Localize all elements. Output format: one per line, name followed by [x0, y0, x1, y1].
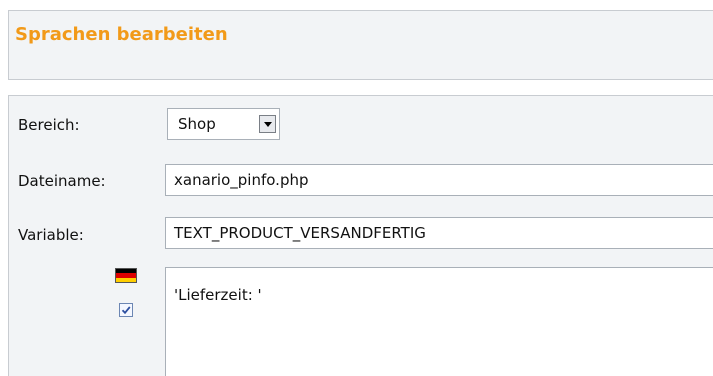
- german-flag-icon: [115, 268, 137, 283]
- bereich-select-value: Shop: [178, 115, 216, 133]
- variable-value: TEXT_PRODUCT_VERSANDFERTIG: [174, 224, 426, 242]
- checkmark-icon: [121, 306, 131, 315]
- dateiname-value: xanario_pinfo.php: [174, 171, 309, 189]
- dateiname-field[interactable]: xanario_pinfo.php: [165, 164, 713, 196]
- bereich-label: Bereich:: [18, 116, 80, 134]
- page-title: Sprachen bearbeiten: [15, 24, 228, 45]
- bereich-select[interactable]: Shop: [167, 108, 280, 140]
- variable-field[interactable]: TEXT_PRODUCT_VERSANDFERTIG: [165, 217, 713, 249]
- chevron-down-icon[interactable]: [259, 115, 276, 133]
- variable-label: Variable:: [18, 226, 84, 244]
- translation-value: 'Lieferzeit: ': [174, 286, 262, 304]
- language-enabled-checkbox[interactable]: [119, 303, 133, 317]
- dateiname-label: Dateiname:: [18, 172, 106, 190]
- translation-textarea[interactable]: 'Lieferzeit: ': [165, 267, 713, 376]
